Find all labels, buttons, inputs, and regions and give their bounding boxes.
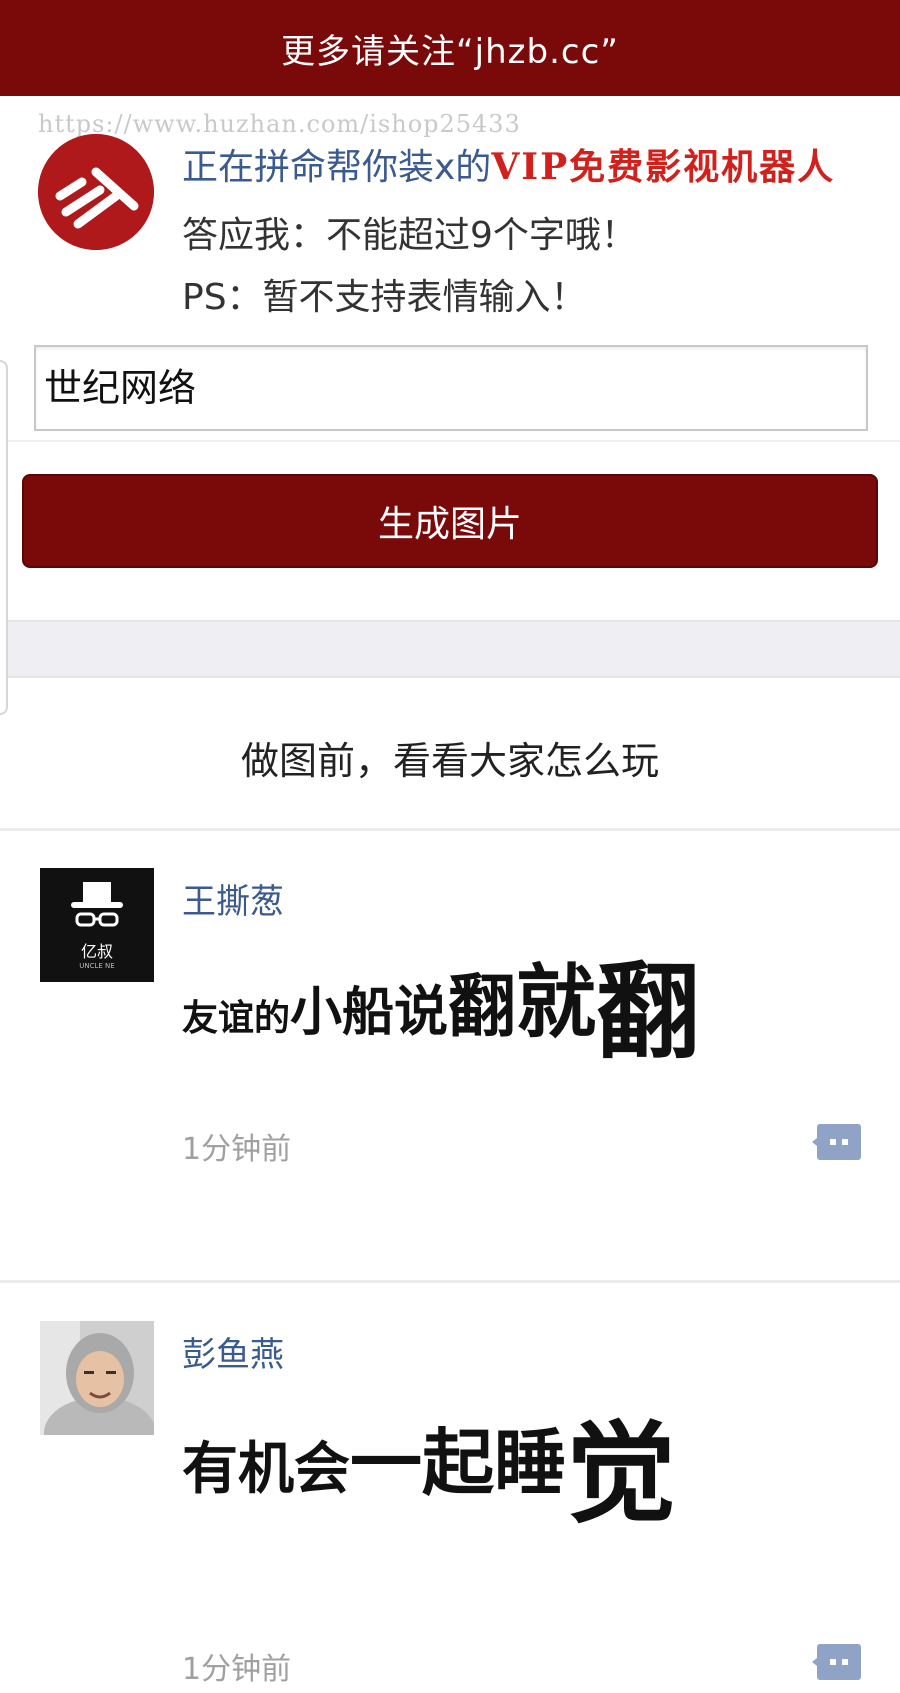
top-bar-title: 更多请关注“jhzb.cc” xyxy=(281,31,619,72)
comment-icon[interactable] xyxy=(812,1122,862,1162)
banner-ps-text: PS：暂不支持表情输入！ xyxy=(182,277,587,318)
post-time: 1分钟前 xyxy=(182,1652,292,1687)
banner-rule-text: 答应我：不能超过9个字哦！ xyxy=(182,215,637,256)
comment-icon[interactable] xyxy=(812,1642,862,1682)
banner-vip-text: VIP免费影视机器人 xyxy=(491,146,836,188)
post-text-part: 一起睡 xyxy=(350,1421,567,1505)
post-text-part: 就 xyxy=(516,956,597,1049)
banner-headline-text: 正在拼命帮你装x的 xyxy=(182,147,492,188)
post-text-part: 友谊的 xyxy=(182,998,291,1039)
post-text-part: 翻 xyxy=(448,968,517,1047)
post-text: 友谊的小船说翻就翻 xyxy=(182,942,700,1064)
avatar-sublabel: UNCLE NE xyxy=(79,962,115,970)
avatar[interactable]: 亿叔 UNCLE NE xyxy=(40,868,154,982)
post-text-part: 说 xyxy=(394,980,449,1043)
list-item: 彭鱼燕 有机会一起睡觉 1分钟前 xyxy=(0,1283,900,1693)
post-text-part: 有机会 xyxy=(182,1437,350,1502)
post-time: 1分钟前 xyxy=(182,1132,292,1167)
text-input[interactable]: 世纪网络 xyxy=(34,345,868,431)
divider xyxy=(8,440,900,442)
post-username[interactable]: 彭鱼燕 xyxy=(182,1327,284,1376)
scroll-edge xyxy=(0,360,8,715)
post-username[interactable]: 王撕葱 xyxy=(182,874,284,923)
post-text: 有机会一起睡觉 xyxy=(182,1395,676,1529)
section-spacer xyxy=(8,620,900,678)
list-item: 亿叔 UNCLE NE 王撕葱 友谊的小船说翻就翻 1分钟前 xyxy=(0,830,900,1280)
avatar-label: 亿叔 xyxy=(80,942,113,961)
section-title: 做图前，看看大家怎么玩 xyxy=(240,739,659,783)
generate-image-button[interactable]: 生成图片 xyxy=(22,474,878,568)
hat-man-icon xyxy=(71,882,123,927)
watermark-text: https://www.huzhan.com/ishop25433 xyxy=(38,110,521,138)
logo-icon xyxy=(38,134,154,250)
avatar[interactable] xyxy=(40,1321,154,1435)
person-photo-icon xyxy=(40,1321,154,1435)
post-text-part: 小船 xyxy=(290,983,395,1043)
post-text-part: 觉 xyxy=(566,1410,677,1538)
banner-headline: 正在拼命帮你装x的VIP免费影视机器人 xyxy=(182,138,835,190)
top-bar: 更多请关注“jhzb.cc” xyxy=(0,0,900,96)
post-text-part: 翻 xyxy=(596,951,701,1073)
